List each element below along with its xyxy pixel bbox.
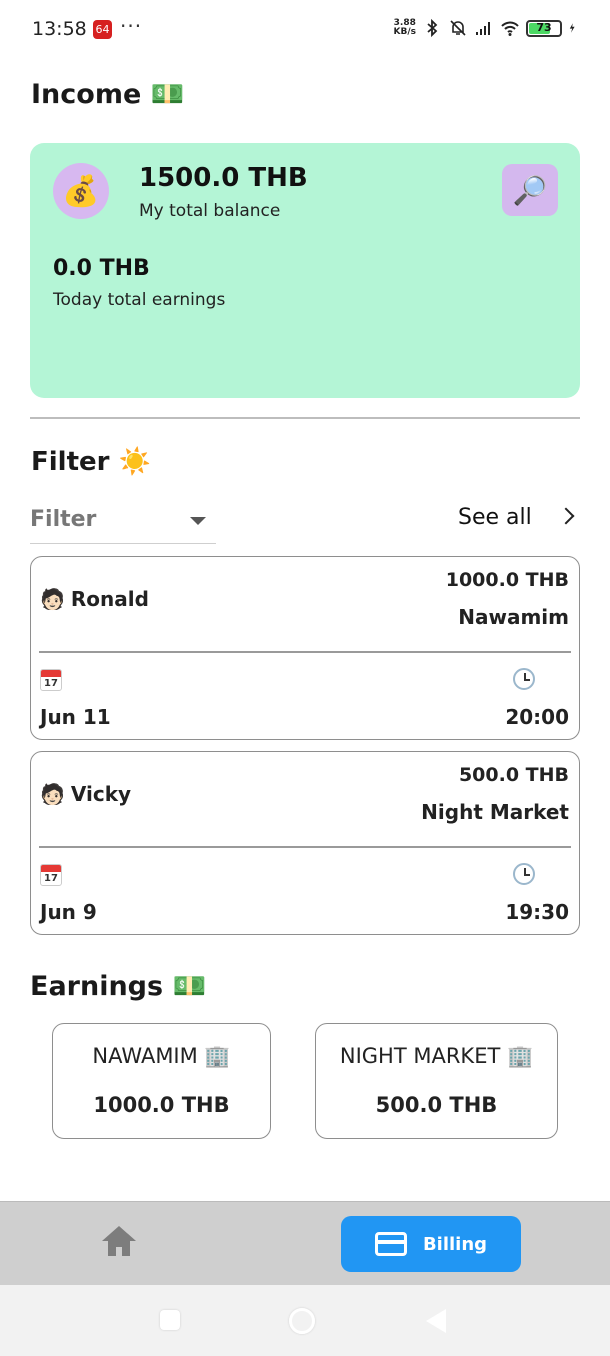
calendar-icon: 17 — [40, 669, 62, 691]
bottom-navigation: Billing — [0, 1201, 610, 1285]
person-icon: 🧑🏻 — [40, 782, 65, 806]
transaction-amount: 1000.0 THB — [445, 569, 569, 591]
transaction-person: 🧑🏻 Ronald — [40, 587, 149, 611]
transaction-person-name: Vicky — [70, 782, 132, 806]
calendar-icon-day: 17 — [44, 873, 58, 884]
transaction-amount: 500.0 THB — [458, 764, 569, 786]
chevron-right-icon[interactable] — [557, 507, 575, 525]
bell-off-icon — [450, 20, 466, 36]
total-balance-label: My total balance — [139, 201, 281, 221]
notification-app-icon: 64 — [93, 20, 112, 39]
clock-icon — [513, 863, 535, 885]
system-navigation-bar — [0, 1285, 610, 1356]
today-earnings-amount: 0.0 THB — [53, 256, 150, 281]
section-divider — [30, 417, 580, 419]
status-icons: 3.88 KB/s 73 — [394, 18, 580, 38]
status-bar: 13:58 64 ··· 3.88 KB/s 73 — [0, 0, 610, 60]
network-speed: 3.88 KB/s — [394, 19, 416, 37]
bluetooth-icon — [427, 18, 438, 38]
transaction-place: Night Market — [421, 800, 569, 824]
transaction-place: Nawamim — [458, 605, 569, 629]
transaction-time: 20:00 — [505, 705, 569, 729]
battery-icon: 73 — [526, 19, 562, 37]
network-speed-unit: KB/s — [393, 27, 416, 37]
filter-dropdown[interactable]: Filter — [30, 502, 216, 544]
card-divider — [39, 846, 571, 848]
earnings-amount: 500.0 THB — [375, 1093, 498, 1117]
search-button[interactable]: 🔎 — [502, 164, 558, 216]
transaction-time: 19:30 — [505, 900, 569, 924]
charging-icon — [569, 23, 575, 33]
wifi-icon — [501, 21, 519, 36]
nav-home-button[interactable] — [100, 1226, 140, 1262]
system-home-button[interactable] — [289, 1308, 315, 1334]
transaction-date: Jun 9 — [40, 900, 97, 924]
earnings-location-name: NIGHT MARKET 🏢 — [339, 1044, 534, 1068]
magnifier-icon: 🔎 — [512, 173, 548, 207]
recent-apps-button[interactable] — [160, 1310, 180, 1330]
transaction-date: Jun 11 — [40, 705, 111, 729]
filter-section-title: Filter ☀️ — [31, 447, 151, 477]
nav-billing-button[interactable]: Billing — [341, 1216, 521, 1272]
calendar-icon-day: 17 — [44, 678, 58, 689]
earnings-section-title: Earnings 💵 — [30, 971, 207, 1002]
today-earnings-label: Today total earnings — [53, 290, 226, 310]
page-title: Income 💵 — [31, 79, 185, 110]
transaction-card[interactable]: 🧑🏻 Ronald 1000.0 THB Nawamim 17 Jun 11 2… — [30, 556, 580, 740]
more-notifications-icon: ··· — [120, 14, 143, 38]
earnings-amount: 1000.0 THB — [93, 1093, 230, 1117]
card-divider — [39, 651, 571, 653]
signal-icon — [476, 22, 490, 35]
filter-dropdown-value: Filter — [30, 507, 97, 532]
earnings-card-nawamim[interactable]: NAWAMIM 🏢 1000.0 THB — [52, 1023, 271, 1139]
system-back-button[interactable] — [426, 1309, 446, 1333]
see-all-link[interactable]: See all — [458, 505, 532, 530]
balance-card: 💰 1500.0 THB My total balance 🔎 0.0 THB … — [30, 143, 580, 398]
transaction-person-name: Ronald — [70, 587, 149, 611]
clock-icon — [513, 668, 535, 690]
person-icon: 🧑🏻 — [40, 587, 65, 611]
battery-level: 73 — [536, 20, 552, 34]
transaction-card[interactable]: 🧑🏻 Vicky 500.0 THB Night Market 17 Jun 9… — [30, 751, 580, 935]
transaction-person: 🧑🏻 Vicky — [40, 782, 131, 806]
dropdown-arrow-icon — [190, 517, 206, 525]
calendar-icon: 17 — [40, 864, 62, 886]
status-time: 13:58 — [32, 18, 87, 40]
earnings-card-night-market[interactable]: NIGHT MARKET 🏢 500.0 THB — [315, 1023, 558, 1139]
nav-billing-label: Billing — [422, 1233, 488, 1255]
earnings-location-name: NAWAMIM 🏢 — [92, 1044, 231, 1068]
credit-card-icon — [374, 1232, 407, 1256]
money-bag-icon: 💰 — [53, 163, 109, 219]
total-balance-amount: 1500.0 THB — [139, 163, 308, 193]
